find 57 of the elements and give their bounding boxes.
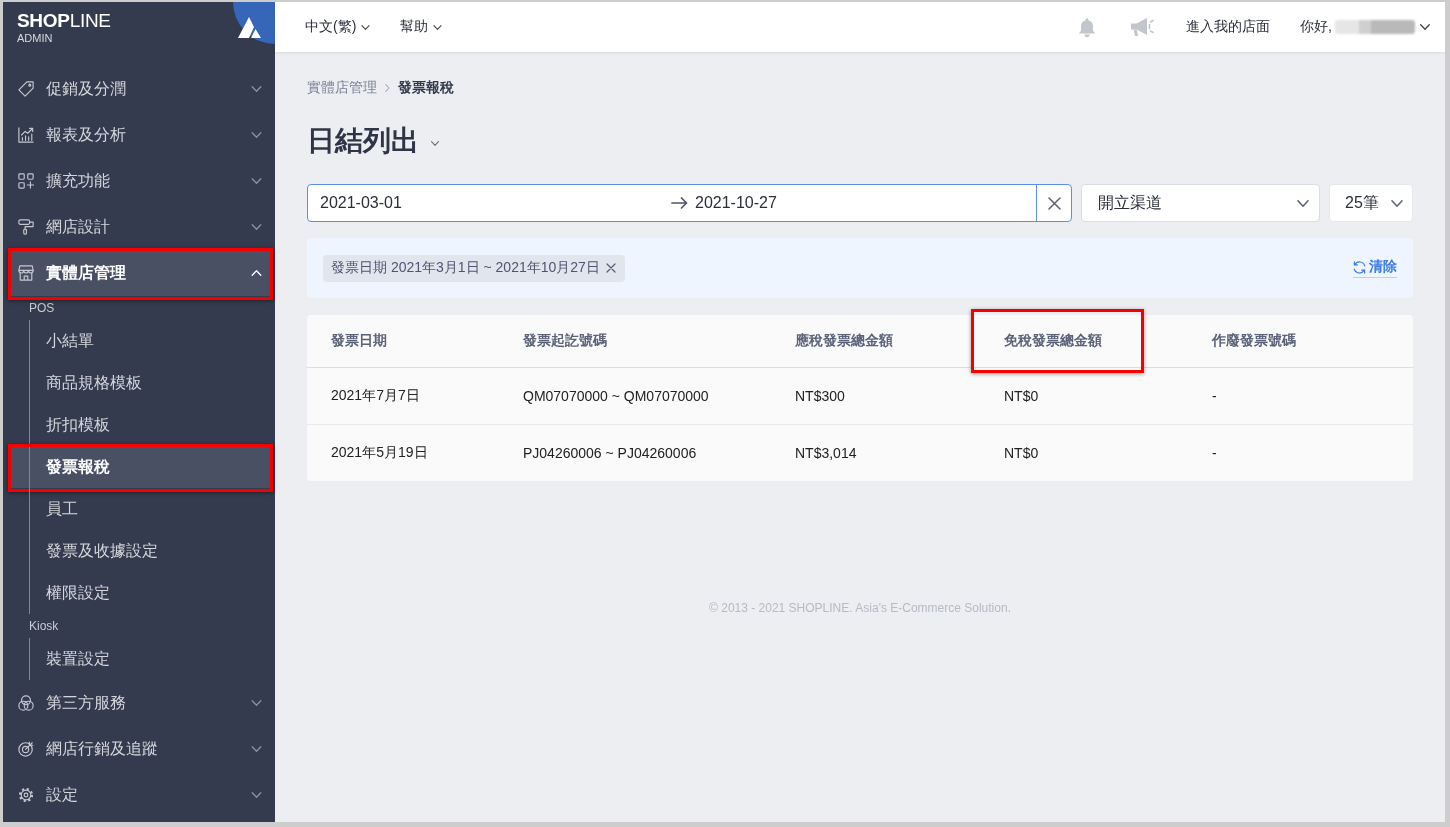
nav-group-label: Kiosk (29, 618, 59, 635)
caret-icon (433, 24, 443, 30)
sidebar-item[interactable]: 報表及分析 (10, 112, 272, 158)
filter-chip[interactable]: 發票日期 2021年3月1日 ~ 2021年10月27日 (323, 254, 625, 282)
table-cell: QM07070000 ~ QM07070000 (523, 388, 709, 404)
table-cell: - (1212, 388, 1217, 404)
column-header: 發票起訖號碼 (523, 332, 607, 350)
table-cell: NT$300 (795, 388, 845, 404)
date-range-picker[interactable]: 2021-03-01 2021-10-27 (307, 184, 1072, 222)
caret-icon[interactable] (1420, 24, 1430, 30)
page-size-select[interactable]: 25筆 (1329, 184, 1413, 222)
sidebar-item[interactable]: 第三方服務 (10, 680, 272, 726)
sidebar-item[interactable]: 擴充功能 (10, 158, 272, 204)
clear-filters-link[interactable]: 清除 (1353, 258, 1397, 278)
brand-subtitle: ADMIN (17, 32, 53, 44)
greeting-text: 你好, (1300, 18, 1332, 36)
column-header: 作廢發票號碼 (1212, 332, 1296, 350)
topbar-menu[interactable]: 幫助 (400, 18, 443, 36)
storefront-icon (18, 265, 34, 281)
arrow-right-icon (671, 197, 688, 209)
breadcrumb-current: 發票報稅 (398, 79, 454, 97)
table-cell: PJ04260006 ~ PJ04260006 (523, 445, 697, 461)
caret-icon[interactable] (431, 140, 439, 146)
page-title: 日結列出 (307, 124, 419, 158)
three-circles-icon (18, 695, 34, 711)
gear-icon (18, 787, 34, 803)
table-cell: NT$0 (1004, 388, 1039, 404)
nav-group-label: POS (29, 300, 55, 317)
refresh-icon (1353, 260, 1366, 274)
close-icon (1047, 196, 1061, 210)
table-cell: 2021年7月7日 (331, 387, 420, 405)
table-cell: NT$0 (1004, 445, 1039, 461)
caret-icon (1391, 199, 1403, 207)
channel-select[interactable]: 開立渠道 (1081, 184, 1320, 222)
start-date-field[interactable]: 2021-03-01 (308, 185, 661, 221)
table-cell: 2021年5月19日 (331, 444, 428, 462)
column-header: 應稅發票總金額 (795, 332, 893, 350)
tag-icon (18, 81, 34, 97)
chevron-right-icon (385, 84, 390, 92)
sidebar-item[interactable]: 促銷及分潤 (10, 66, 272, 112)
sidebar-item[interactable]: 網店行銷及追蹤 (10, 726, 272, 772)
column-header: 免稅發票總金額 (1004, 332, 1102, 350)
grid-plus-icon (18, 173, 34, 189)
store-link[interactable]: 進入我的店面 (1186, 18, 1271, 36)
brand-logo: SHOPLINE (17, 11, 111, 31)
table-cell: - (1212, 445, 1217, 461)
sidebar-item[interactable]: 設定 (10, 772, 272, 818)
bar-chart-icon (18, 127, 34, 143)
topbar-menu[interactable]: 中文(繁) (305, 18, 371, 36)
table-cell: NT$3,014 (795, 445, 857, 461)
column-header: 發票日期 (331, 332, 387, 350)
end-date-field[interactable]: 2021-10-27 (695, 185, 1036, 221)
paint-roller-icon (18, 219, 34, 235)
close-icon[interactable] (605, 263, 616, 273)
caret-icon (1297, 199, 1309, 207)
sidebar-item[interactable]: 網店設計 (10, 204, 272, 250)
caret-icon (361, 24, 371, 30)
